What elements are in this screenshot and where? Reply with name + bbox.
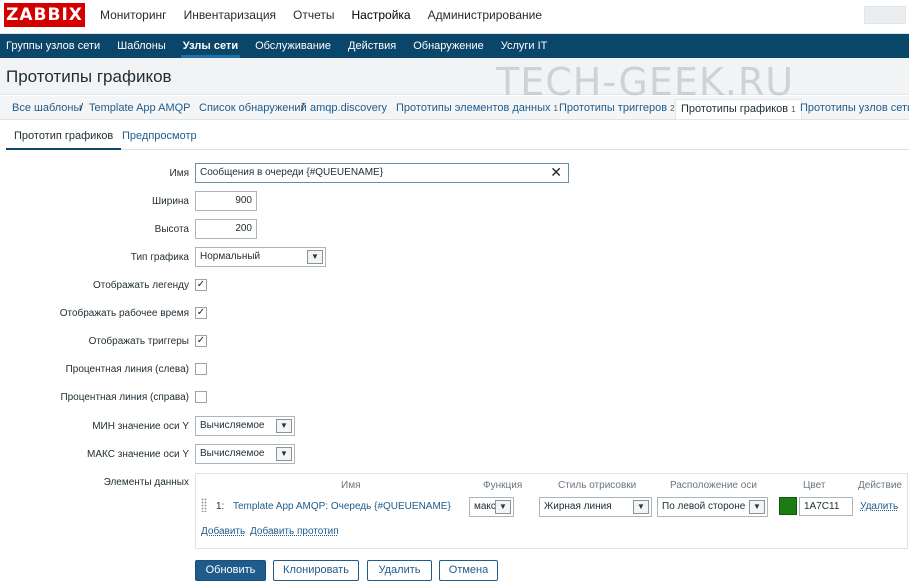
breadcrumb-trigger-prototypes-label: Прототипы триггеров <box>559 102 668 114</box>
graph-prototype-form: Имя Сообщения в очереди {#QUEUENAME} ✕ Ш… <box>6 151 909 586</box>
chevron-down-icon: ▼ <box>307 250 323 264</box>
name-label: Имя <box>169 168 189 179</box>
show-legend-label: Отображать легенду <box>92 280 189 291</box>
height-label: Высота <box>154 224 189 235</box>
page-title: Прототипы графиков <box>6 67 172 86</box>
show-worktime-checkbox[interactable]: ✓ <box>195 307 207 319</box>
column-header-action: Действие <box>858 480 902 491</box>
ymax-label: МАКС значение оси Y <box>87 449 189 460</box>
function-value: макс <box>474 501 496 512</box>
form-tabs: Прототип графиков Предпросмотр <box>6 125 909 150</box>
breadcrumb-graph-prototypes-label: Прототипы графиков <box>681 103 789 115</box>
submenu-host-groups[interactable]: Группы узлов сети <box>6 34 100 58</box>
show-legend-checkbox[interactable]: ✓ <box>195 279 207 291</box>
ymin-select[interactable]: Вычисляемое ▼ <box>195 416 295 436</box>
width-label: Ширина <box>152 196 189 207</box>
menu-administration[interactable]: Администрирование <box>428 0 542 30</box>
delete-button[interactable]: Удалить <box>367 560 432 581</box>
submenu-templates[interactable]: Шаблоны <box>117 34 166 58</box>
menu-configuration[interactable]: Настройка <box>352 0 411 30</box>
tab-graph-prototype[interactable]: Прототип графиков <box>6 125 122 150</box>
name-field-value: Сообщения в очереди {#QUEUENAME} <box>200 167 384 178</box>
width-field[interactable]: 900 <box>195 191 257 211</box>
draw-style-value: Жирная линия <box>544 501 612 512</box>
submenu-it-services[interactable]: Услуги IT <box>501 34 548 58</box>
column-header-name: Имя <box>341 480 361 491</box>
cancel-button[interactable]: Отмена <box>439 560 498 581</box>
percent-left-checkbox[interactable] <box>195 363 207 375</box>
ymin-label: МИН значение оси Y <box>92 421 189 432</box>
ymax-value: Вычисляемое <box>200 448 265 459</box>
show-worktime-label: Отображать рабочее время <box>59 308 189 319</box>
drag-handle-icon[interactable] <box>201 498 207 512</box>
ymax-select[interactable]: Вычисляемое ▼ <box>195 444 295 464</box>
chevron-down-icon: ▼ <box>749 500 765 514</box>
show-triggers-label: Отображать триггеры <box>88 336 189 347</box>
draw-style-select[interactable]: Жирная линия ▼ <box>539 497 652 517</box>
column-header-color: Цвет <box>803 480 826 491</box>
trigger-prototypes-count: 2 <box>670 104 675 113</box>
column-header-axis-side: Расположение оси <box>670 480 757 491</box>
function-select[interactable]: макс ▼ <box>469 497 514 517</box>
column-header-function: Функция <box>483 480 523 491</box>
breadcrumb-host-prototypes[interactable]: Прототипы узлов сети <box>800 102 909 114</box>
row-number: 1: <box>216 501 225 512</box>
chevron-down-icon: ▼ <box>633 500 649 514</box>
clear-icon[interactable]: ✕ <box>550 164 562 181</box>
breadcrumb-all-templates[interactable]: Все шаблоны <box>12 102 81 114</box>
percent-right-checkbox[interactable] <box>195 391 207 403</box>
graph-prototypes-count: 1 <box>791 105 796 114</box>
breadcrumb-trigger-prototypes[interactable]: Прототипы триггеров 2 <box>559 102 675 114</box>
graph-type-select[interactable]: Нормальный ▼ <box>195 247 326 267</box>
menu-inventory[interactable]: Инвентаризация <box>184 0 276 30</box>
graph-items-table: Имя Функция Стиль отрисовки Расположение… <box>195 473 908 549</box>
main-menu: Мониторинг Инвентаризация Отчеты Настрой… <box>100 0 559 30</box>
breadcrumb-item-prototypes-label: Прототипы элементов данных <box>396 102 551 114</box>
percent-right-label: Процентная линия (справа) <box>60 392 189 403</box>
item-name-link[interactable]: Template App AMQP: Очередь {#QUEUENAME} <box>233 501 451 512</box>
breadcrumb-graph-prototypes[interactable]: Прототипы графиков 1 <box>675 99 802 120</box>
breadcrumb-discovery[interactable]: amqp.discovery <box>310 102 387 114</box>
chevron-down-icon: ▼ <box>495 500 511 514</box>
add-item-link[interactable]: Добавить <box>201 526 245 537</box>
breadcrumb-template[interactable]: Template App AMQP <box>89 102 191 114</box>
item-prototypes-count: 1 <box>553 104 558 113</box>
items-label: Элементы данных <box>103 477 189 488</box>
submenu-hosts[interactable]: Узлы сети <box>180 34 241 58</box>
remove-item-link[interactable]: Удалить <box>860 501 898 512</box>
tab-preview[interactable]: Предпросмотр <box>114 125 205 150</box>
graph-type-value: Нормальный <box>200 251 261 262</box>
clone-button[interactable]: Клонировать <box>273 560 359 581</box>
height-field[interactable]: 200 <box>195 219 257 239</box>
color-field[interactable]: 1A7C11 <box>799 497 853 516</box>
sub-menu: Группы узлов сети Шаблоны Узлы сети Обсл… <box>0 34 909 58</box>
zabbix-logo[interactable]: ZABBIX <box>4 3 85 27</box>
axis-side-value: По левой стороне <box>662 501 746 512</box>
show-triggers-checkbox[interactable]: ✓ <box>195 335 207 347</box>
breadcrumb-separator: / <box>80 102 84 114</box>
breadcrumb-item-prototypes[interactable]: Прототипы элементов данных 1 <box>396 102 558 114</box>
axis-side-select[interactable]: По левой стороне ▼ <box>657 497 768 517</box>
ymin-value: Вычисляемое <box>200 420 265 431</box>
chevron-down-icon: ▼ <box>276 447 292 461</box>
menu-reports[interactable]: Отчеты <box>293 0 334 30</box>
color-picker-button[interactable] <box>779 497 797 515</box>
search-input[interactable] <box>864 6 906 24</box>
add-prototype-link[interactable]: Добавить прототип <box>250 526 339 537</box>
chevron-down-icon: ▼ <box>276 419 292 433</box>
menu-monitoring[interactable]: Мониторинг <box>100 0 167 30</box>
breadcrumb-separator: / <box>301 102 305 114</box>
submenu-maintenance[interactable]: Обслуживание <box>255 34 331 58</box>
top-bar: ZABBIX Мониторинг Инвентаризация Отчеты … <box>0 0 909 34</box>
graph-type-label: Тип графика <box>130 252 189 263</box>
submenu-actions[interactable]: Действия <box>348 34 396 58</box>
column-header-draw-style: Стиль отрисовки <box>558 480 637 491</box>
update-button[interactable]: Обновить <box>195 560 266 581</box>
name-field[interactable]: Сообщения в очереди {#QUEUENAME} ✕ <box>195 163 569 183</box>
breadcrumb-discovery-list[interactable]: Список обнаружений <box>199 102 307 114</box>
page-header: Прототипы графиков TECH-GEEK.RU <box>0 58 909 104</box>
percent-left-label: Процентная линия (слева) <box>65 364 189 375</box>
submenu-discovery[interactable]: Обнаружение <box>413 34 483 58</box>
breadcrumb: Все шаблоны / Template App AMQP Список о… <box>0 96 909 120</box>
